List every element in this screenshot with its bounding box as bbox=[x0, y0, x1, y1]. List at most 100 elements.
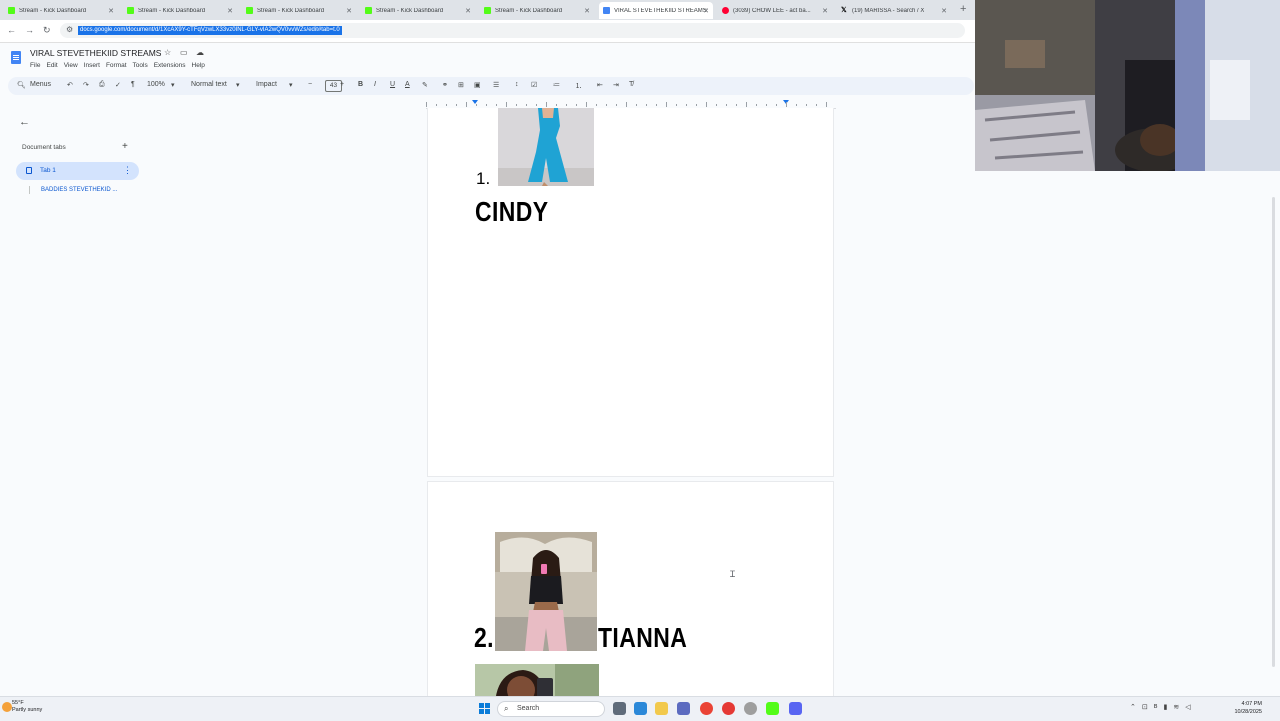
google-docs-icon[interactable] bbox=[11, 51, 21, 64]
search-menus-label[interactable]: Menus bbox=[30, 81, 51, 88]
decrease-indent-icon[interactable]: ⇤ bbox=[597, 81, 603, 89]
new-tab-icon[interactable]: + bbox=[960, 3, 966, 15]
browser-tab[interactable]: 𝕏 (19) MARISSA - Search / X ✕ bbox=[837, 2, 951, 19]
search-menus-icon[interactable]: 🔍︎ bbox=[17, 81, 26, 89]
entry-name-cindy[interactable]: CINDY bbox=[475, 196, 548, 228]
site-info-icon[interactable]: ⚙ bbox=[66, 25, 73, 34]
more-options-icon[interactable]: ⋮ bbox=[123, 165, 132, 176]
cloud-status-icon[interactable]: ☁ bbox=[196, 48, 204, 57]
spellcheck-icon[interactable]: ✓ bbox=[115, 81, 121, 89]
add-tab-icon[interactable]: + bbox=[122, 141, 128, 152]
menu-view[interactable]: View bbox=[64, 62, 78, 69]
weather-icon[interactable] bbox=[2, 702, 12, 712]
numbered-list-icon[interactable]: ⒈ bbox=[575, 81, 582, 91]
zoom-select[interactable]: 100% bbox=[147, 81, 165, 88]
document-tab-item[interactable]: Tab 1 ⋮ bbox=[16, 162, 139, 180]
close-icon[interactable]: ✕ bbox=[703, 7, 709, 15]
back-icon[interactable]: ← bbox=[7, 25, 16, 35]
edge-icon[interactable] bbox=[634, 702, 647, 715]
document-page[interactable]: 1. CINDY bbox=[427, 108, 834, 477]
obs-icon[interactable] bbox=[744, 702, 757, 715]
menu-file[interactable]: File bbox=[30, 62, 40, 69]
address-bar[interactable]: ⚙ docs.google.com/document/d/1XcAX9Y-cTF… bbox=[60, 23, 965, 38]
increase-font-size-icon[interactable]: + bbox=[340, 81, 344, 88]
clock[interactable]: 4:07 PM 10/28/2025 bbox=[1234, 700, 1262, 716]
menu-insert[interactable]: Insert bbox=[84, 62, 100, 69]
volume-icon[interactable]: ◁ bbox=[1185, 703, 1190, 711]
close-icon[interactable]: ✕ bbox=[108, 7, 114, 15]
entry-name-tianna[interactable]: TIANNA bbox=[598, 622, 687, 654]
style-select[interactable]: Normal text bbox=[191, 81, 227, 88]
wifi-icon[interactable]: ≋ bbox=[1173, 703, 1179, 711]
star-icon[interactable]: ☆ bbox=[164, 48, 171, 57]
url-text[interactable]: docs.google.com/document/d/1XcAX9Y-cTFqV… bbox=[78, 26, 342, 35]
font-select[interactable]: Impact bbox=[256, 81, 277, 88]
checklist-icon[interactable]: ☑ bbox=[531, 81, 537, 89]
close-icon[interactable]: ✕ bbox=[346, 7, 352, 15]
comment-icon[interactable]: ⊞ bbox=[458, 81, 464, 89]
scrollbar-thumb[interactable] bbox=[1272, 197, 1275, 667]
menu-edit[interactable]: Edit bbox=[46, 62, 57, 69]
browser-tab-active[interactable]: VIRAL STEVETHEKIID STREAMS ✕ bbox=[599, 2, 713, 19]
close-icon[interactable]: ✕ bbox=[822, 7, 828, 15]
underline-icon[interactable]: U bbox=[390, 81, 395, 88]
browser-tab[interactable]: Stream - Kick Dashboard ✕ bbox=[480, 2, 594, 19]
bold-icon[interactable]: B bbox=[358, 81, 363, 88]
file-explorer-icon[interactable] bbox=[655, 702, 668, 715]
undo-icon[interactable]: ↶ bbox=[67, 81, 73, 89]
menu-tools[interactable]: Tools bbox=[133, 62, 148, 69]
store-icon[interactable] bbox=[677, 702, 690, 715]
browser-tab[interactable]: Stream - Kick Dashboard ✕ bbox=[361, 2, 475, 19]
close-icon[interactable]: ✕ bbox=[584, 7, 590, 15]
battery-icon[interactable]: ▮ bbox=[1163, 703, 1167, 711]
bluetooth-icon[interactable]: ʙ bbox=[1154, 703, 1158, 711]
chevron-up-icon[interactable]: ⌃ bbox=[1130, 703, 1136, 711]
kick-app-icon[interactable] bbox=[766, 702, 779, 715]
menu-help[interactable]: Help bbox=[192, 62, 205, 69]
link-icon[interactable]: ⚭ bbox=[442, 81, 448, 89]
increase-indent-icon[interactable]: ⇥ bbox=[613, 81, 619, 89]
move-folder-icon[interactable]: ▭ bbox=[180, 48, 188, 57]
browser-tab[interactable]: Stream - Kick Dashboard ✕ bbox=[4, 2, 118, 19]
align-icon[interactable]: ☰ bbox=[493, 81, 499, 89]
line-spacing-icon[interactable]: ↕ bbox=[515, 81, 519, 88]
ruler-tick bbox=[446, 104, 447, 106]
italic-icon[interactable]: I bbox=[374, 81, 376, 88]
close-icon[interactable]: ✕ bbox=[227, 7, 233, 15]
reload-icon[interactable]: ↻ bbox=[43, 25, 51, 36]
weather-widget[interactable]: 55°F Partly sunny bbox=[12, 700, 42, 714]
close-icon[interactable]: ✕ bbox=[941, 7, 947, 15]
windows-start-icon[interactable] bbox=[479, 703, 491, 715]
discord-icon[interactable] bbox=[789, 702, 802, 715]
chrome-icon[interactable] bbox=[700, 702, 713, 715]
back-arrow-icon[interactable]: ← bbox=[19, 116, 30, 128]
paint-format-icon[interactable]: ¶ bbox=[131, 81, 135, 88]
photo-cindy[interactable] bbox=[498, 108, 594, 186]
text-color-icon[interactable]: A bbox=[405, 81, 410, 88]
left-indent-marker[interactable] bbox=[472, 100, 478, 104]
document-title[interactable]: VIRAL STEVETHEKIID STREAMS bbox=[30, 48, 161, 58]
outline-indicator bbox=[29, 186, 30, 194]
redo-icon[interactable]: ↷ bbox=[83, 81, 89, 89]
browser-tab[interactable]: (3039) CHOW LEE - act ba... ✕ bbox=[718, 2, 832, 19]
browser-tab[interactable]: Stream - Kick Dashboard ✕ bbox=[123, 2, 237, 19]
network-icon[interactable]: ⊡ bbox=[1142, 703, 1148, 711]
image-icon[interactable]: ▣ bbox=[474, 81, 481, 89]
close-icon[interactable]: ✕ bbox=[465, 7, 471, 15]
clear-formatting-icon[interactable]: T̸ bbox=[629, 81, 633, 88]
task-view-icon[interactable] bbox=[613, 702, 626, 715]
menu-extensions[interactable]: Extensions bbox=[154, 62, 186, 69]
taskbar-search[interactable]: ⌕ Search bbox=[497, 701, 605, 717]
document-page[interactable]: 2. TIANNA bbox=[427, 481, 834, 721]
decrease-font-size-icon[interactable]: − bbox=[308, 81, 312, 88]
menu-format[interactable]: Format bbox=[106, 62, 127, 69]
forward-icon[interactable]: → bbox=[25, 25, 34, 35]
outline-heading-link[interactable]: BADDIES STEVETHEKID ... bbox=[41, 187, 117, 193]
app-icon[interactable] bbox=[722, 702, 735, 715]
bulleted-list-icon[interactable]: ≔ bbox=[553, 81, 560, 89]
vertical-scrollbar[interactable] bbox=[1268, 175, 1278, 695]
photo-tianna[interactable] bbox=[495, 532, 597, 651]
browser-tab[interactable]: Stream - Kick Dashboard ✕ bbox=[242, 2, 356, 19]
print-icon[interactable]: ⎙ bbox=[99, 81, 105, 89]
highlight-icon[interactable]: ✎ bbox=[422, 81, 428, 89]
